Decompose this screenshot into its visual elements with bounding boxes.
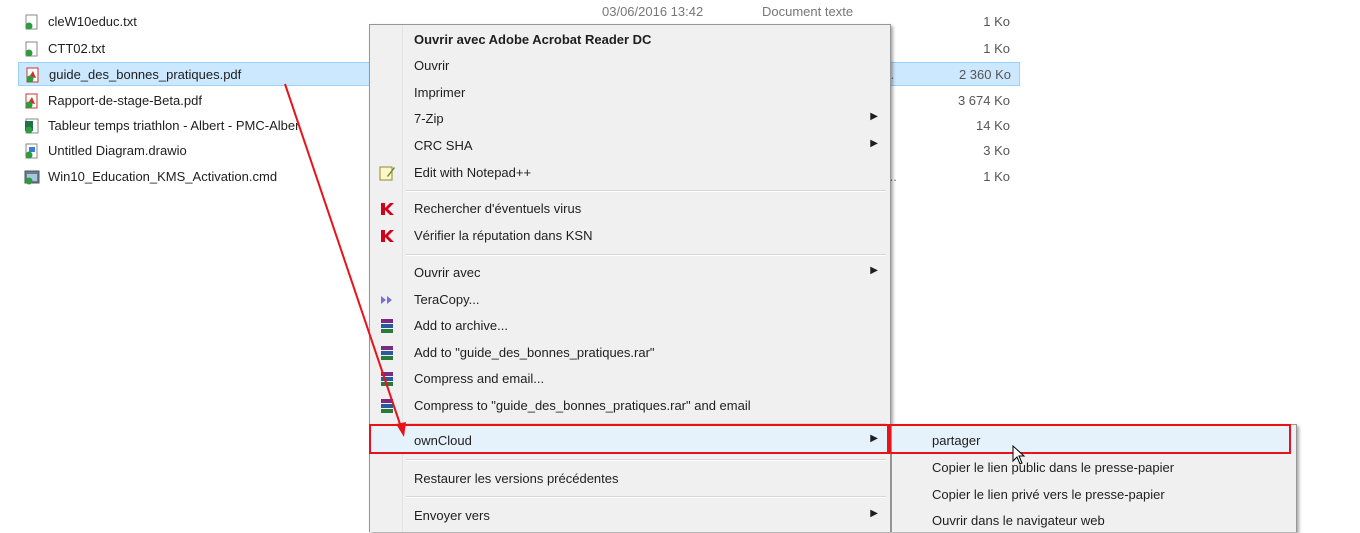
arrow-head-icon [396,422,406,437]
mouse-cursor-icon [1012,445,1026,465]
annotation-arrow-line [284,83,403,431]
annotation-arrow [284,83,406,437]
